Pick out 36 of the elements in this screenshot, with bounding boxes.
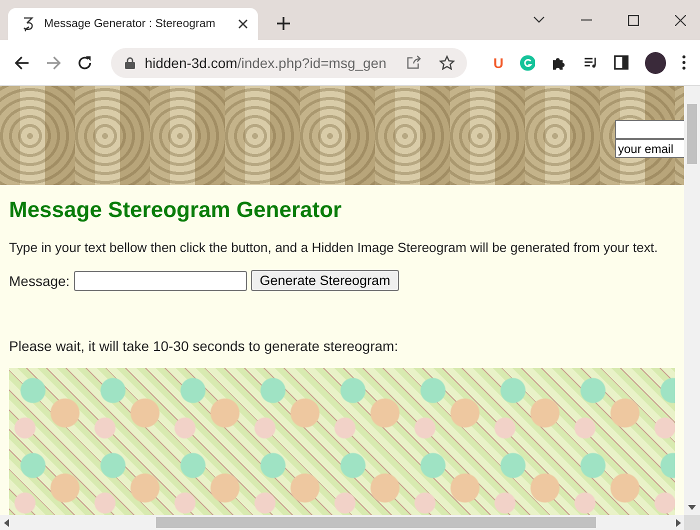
reload-icon[interactable] [77, 54, 93, 70]
url-text: hidden-3d.com/index.php?id=msg_gen [144, 54, 386, 70]
minimize-icon[interactable] [581, 19, 592, 21]
scrollbar-thumb[interactable] [687, 104, 697, 164]
more-menu-icon[interactable] [682, 55, 686, 70]
vertical-scrollbar[interactable] [684, 86, 700, 515]
scroll-down-arrow-icon[interactable] [688, 505, 696, 510]
email-field[interactable]: your email [615, 139, 684, 158]
new-tab-icon[interactable] [277, 17, 290, 30]
media-list-icon[interactable] [582, 56, 598, 70]
message-label: Message: [9, 272, 70, 288]
share-icon[interactable] [406, 55, 422, 70]
lock-icon [124, 56, 135, 68]
email-field[interactable] [615, 120, 684, 139]
star-icon[interactable] [439, 54, 456, 70]
scroll-right-arrow-icon[interactable] [676, 518, 681, 526]
wait-text: Please wait, it will take 10-30 seconds to generate stereogram: [9, 338, 400, 354]
page-heading: Message Stereogram Generator [9, 197, 343, 223]
side-panel-icon[interactable] [614, 55, 629, 70]
tab-title: Message Generator : Stereogram [44, 18, 216, 30]
browser-tab[interactable]: Message Generator : Stereogram [8, 8, 258, 40]
scrollbar-corner [684, 515, 700, 530]
horizontal-scrollbar[interactable] [0, 515, 700, 530]
maximize-icon[interactable] [628, 14, 639, 26]
profile-avatar[interactable] [644, 52, 666, 74]
message-field[interactable] [74, 270, 247, 290]
back-arrow-icon[interactable] [14, 54, 30, 70]
close-icon[interactable] [675, 14, 686, 26]
intro-text: Type in your text bellow then click the button, and a Hidden Image Stereogram will be generated from your text. [9, 239, 659, 256]
close-icon[interactable] [238, 19, 248, 29]
generate-stereogram-button[interactable]: Generate Stereogram [250, 270, 400, 291]
scrollbar-thumb[interactable] [156, 517, 596, 528]
scroll-left-arrow-icon[interactable] [4, 518, 9, 526]
address-bar[interactable]: hidden-3d.com/index.php?id=msg_gen [110, 48, 468, 78]
chevron-down-icon[interactable] [533, 16, 545, 24]
forward-arrow-icon[interactable] [46, 54, 62, 70]
